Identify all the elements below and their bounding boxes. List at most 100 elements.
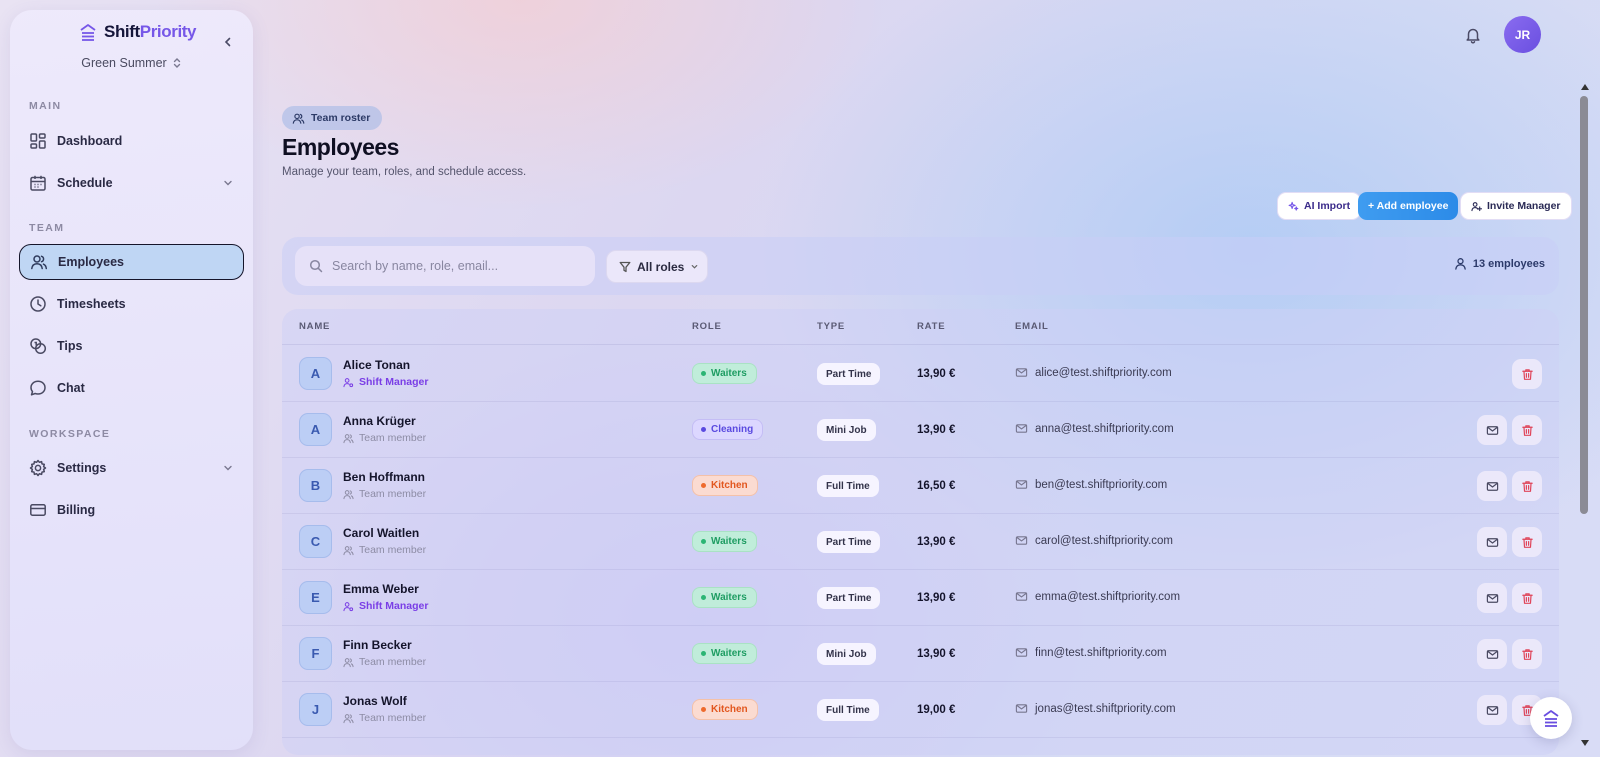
email-text: jonas@test.shiftpriority.com [1035, 702, 1176, 715]
send-invite-button[interactable] [1477, 415, 1507, 445]
mail-icon [1486, 425, 1498, 435]
column-header-email[interactable]: EMAIL [1015, 321, 1049, 332]
invite-manager-button[interactable]: Invite Manager [1460, 192, 1572, 220]
role-label: Kitchen [711, 704, 748, 715]
employee-email: finn@test.shiftpriority.com [1015, 646, 1167, 659]
invite-manager-label: Invite Manager [1487, 200, 1561, 212]
employee-position-label: Team member [359, 712, 427, 724]
table-row[interactable]: A Anna Krüger Team member Cleaning Mini Job 1… [282, 401, 1559, 458]
send-invite-button[interactable] [1477, 527, 1507, 557]
trash-icon [1521, 480, 1533, 492]
role-label: Waiters [711, 648, 747, 659]
role-label: Waiters [711, 368, 747, 379]
sidebar-item-label: Schedule [57, 176, 113, 190]
scroll-down-arrow[interactable] [1581, 740, 1589, 746]
email-text: emma@test.shiftpriority.com [1035, 590, 1181, 603]
employee-position: Team member [343, 656, 426, 668]
type-badge: Full Time [817, 699, 879, 721]
role-dot [701, 483, 706, 488]
role-badge: Waiters [692, 363, 757, 384]
page-subtitle: Manage your team, roles, and schedule ac… [282, 166, 527, 178]
sidebar-item-tips[interactable]: Tips [19, 328, 244, 364]
send-invite-button[interactable] [1477, 583, 1507, 613]
hourly-rate: 13,90 € [917, 424, 956, 436]
send-invite-button[interactable] [1477, 471, 1507, 501]
sidebar-item-timesheets[interactable]: Timesheets [19, 286, 244, 322]
collapse-sidebar-button[interactable] [221, 35, 235, 49]
employee-position-label: Shift Manager [359, 600, 429, 612]
employee-position: Team member [343, 432, 426, 444]
employee-avatar: E [299, 581, 332, 614]
users-icon [343, 545, 354, 555]
ai-import-button[interactable]: AI Import [1277, 192, 1362, 220]
workspace-switcher[interactable]: Green Summer [10, 56, 253, 70]
search-box[interactable] [295, 246, 595, 286]
employee-avatar: A [299, 357, 332, 390]
sidebar-item-label: Billing [57, 503, 96, 517]
mail-icon [1486, 705, 1498, 715]
scroll-up-arrow[interactable] [1581, 84, 1589, 90]
mail-icon [1015, 704, 1028, 713]
sidebar-item-chat[interactable]: Chat [19, 370, 244, 406]
sidebar-item-settings[interactable]: Settings [19, 450, 244, 486]
type-badge: Mini Job [817, 419, 876, 441]
delete-employee-button[interactable] [1512, 415, 1542, 445]
credit-card-icon [30, 504, 46, 516]
email-text: anna@test.shiftpriority.com [1035, 422, 1174, 435]
column-header-rate[interactable]: RATE [917, 321, 945, 332]
role-dot [701, 651, 706, 656]
employee-avatar: J [299, 693, 332, 726]
delete-employee-button[interactable] [1512, 527, 1542, 557]
filter-icon [619, 261, 631, 272]
role-label: Waiters [711, 536, 747, 547]
delete-employee-button[interactable] [1512, 583, 1542, 613]
hourly-rate: 13,90 € [917, 536, 956, 548]
notifications-button[interactable] [1464, 26, 1482, 44]
column-header-type[interactable]: TYPE [817, 321, 845, 332]
trash-icon [1521, 592, 1533, 604]
trash-icon [1521, 536, 1533, 548]
employee-count-label: 13 employees [1472, 257, 1545, 270]
coins-icon [30, 338, 47, 355]
column-header-name[interactable]: NAME [299, 321, 330, 332]
email-text: carol@test.shiftpriority.com [1035, 534, 1173, 547]
brand-logo[interactable]: ShiftPriority [78, 22, 197, 42]
users-icon [343, 713, 354, 723]
sidebar-item-employees[interactable]: Employees [19, 244, 244, 280]
delete-employee-button[interactable] [1512, 359, 1542, 389]
send-invite-button[interactable] [1477, 695, 1507, 725]
mail-icon [1015, 536, 1028, 545]
type-badge: Part Time [817, 587, 881, 609]
users-icon [343, 433, 354, 443]
floating-help-button[interactable] [1530, 697, 1572, 739]
user-avatar[interactable]: JR [1504, 16, 1541, 53]
employee-name: Anna Krüger [343, 414, 416, 428]
table-row[interactable]: A Alice Tonan Shift Manager Waiters Part Tim… [282, 345, 1559, 402]
delete-employee-button[interactable] [1512, 471, 1542, 501]
sidebar-item-schedule[interactable]: Schedule [19, 165, 244, 201]
table-row[interactable]: E Emma Weber Shift Manager Waiters Part Time… [282, 569, 1559, 626]
send-invite-button[interactable] [1477, 639, 1507, 669]
role-filter-dropdown[interactable]: All roles [606, 250, 708, 283]
delete-employee-button[interactable] [1512, 639, 1542, 669]
column-header-role[interactable]: ROLE [692, 321, 722, 332]
user-cog-icon [343, 377, 354, 387]
sparkles-icon [1288, 201, 1299, 211]
sidebar-item-billing[interactable]: Billing [19, 492, 244, 528]
table-row[interactable]: B Ben Hoffmann Team member Kitchen Full Time… [282, 457, 1559, 514]
employee-name: Jonas Wolf [343, 694, 407, 708]
mail-icon [1486, 481, 1498, 491]
mail-icon [1015, 480, 1028, 489]
employee-email: ben@test.shiftpriority.com [1015, 478, 1167, 491]
table-row[interactable]: J Jonas Wolf Team member Kitchen Full Time 19… [282, 681, 1559, 738]
sidebar-item-dashboard[interactable]: Dashboard [19, 123, 244, 159]
table-row[interactable]: C Carol Waitlen Team member Waiters Part Tim… [282, 513, 1559, 570]
search-input[interactable] [332, 259, 572, 273]
employee-position-label: Shift Manager [359, 376, 429, 388]
chat-icon [30, 380, 46, 396]
add-employee-button[interactable]: + Add employee [1358, 192, 1459, 220]
scrollbar-thumb[interactable] [1580, 96, 1588, 514]
table-row[interactable]: F Finn Becker Team member Waiters Mini Job 13… [282, 625, 1559, 682]
gear-icon [29, 459, 47, 477]
employee-name: Ben Hoffmann [343, 470, 425, 484]
